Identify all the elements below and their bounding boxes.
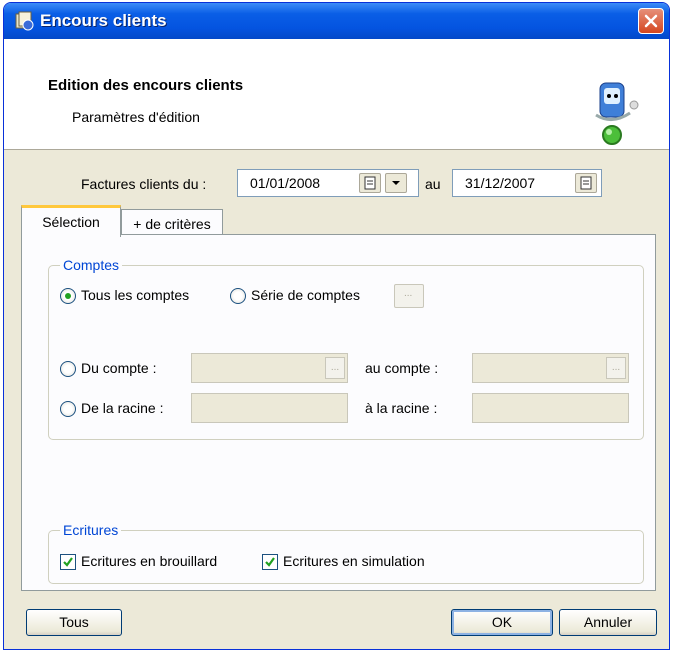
calendar-icon <box>364 176 376 190</box>
close-icon <box>644 14 658 28</box>
a-la-racine-field[interactable] <box>472 393 629 423</box>
comptes-group: Comptes Tous les comptes Série de compte… <box>48 257 644 440</box>
title-bar[interactable]: Encours clients <box>4 3 669 39</box>
dialog-header: Edition des encours clients Paramètres d… <box>4 39 669 150</box>
tab-plus-criteres-label: + de critères <box>133 216 211 232</box>
header-title: Edition des encours clients <box>48 77 244 94</box>
checkmark-icon <box>265 557 275 567</box>
serie-de-comptes-radio[interactable] <box>230 288 246 304</box>
de-la-racine-field[interactable] <box>191 393 348 423</box>
date-from-dropdown-button[interactable] <box>385 173 407 193</box>
app-icon <box>15 11 34 31</box>
du-compte-label[interactable]: Du compte : <box>81 360 156 376</box>
date-from-value: 01/01/2008 <box>250 175 321 191</box>
ok-button[interactable]: OK <box>451 609 553 636</box>
ellipsis-label: ... <box>404 288 413 299</box>
comptes-group-title: Comptes <box>60 257 123 273</box>
date-to-value: 31/12/2007 <box>465 175 536 191</box>
tab-plus-criteres[interactable]: + de critères <box>121 209 223 235</box>
assistant-mascot-icon <box>595 82 639 145</box>
simulation-label[interactable]: Ecritures en simulation <box>283 553 425 569</box>
du-compte-radio[interactable] <box>60 361 76 377</box>
du-compte-field[interactable]: ... <box>191 353 348 383</box>
date-from-calendar-button[interactable] <box>359 173 381 193</box>
close-button[interactable] <box>638 8 664 34</box>
dialog-window: Encours clients Edition des encours clie… <box>3 2 670 650</box>
brouillard-label[interactable]: Ecritures en brouillard <box>81 553 217 569</box>
chevron-down-icon <box>392 181 400 185</box>
tab-panel: Comptes Tous les comptes Série de compte… <box>21 234 656 591</box>
au-compte-label: au compte : <box>365 360 439 376</box>
de-la-racine-label[interactable]: De la racine : <box>81 400 163 416</box>
checkmark-icon <box>63 557 73 567</box>
header-subtitle: Paramètres d'édition <box>72 109 200 125</box>
du-compte-browse-button[interactable]: ... <box>325 357 345 379</box>
window-title: Encours clients <box>40 11 167 30</box>
brouillard-checkbox[interactable] <box>60 554 76 570</box>
a-la-racine-label: à la racine : <box>365 400 438 416</box>
annuler-button[interactable]: Annuler <box>559 609 657 636</box>
date-to-calendar-button[interactable] <box>575 173 597 193</box>
tab-selection-label: Sélection <box>42 214 100 230</box>
serie-de-comptes-button[interactable]: ... <box>394 284 424 308</box>
date-range-separator: au <box>425 176 441 192</box>
simulation-checkbox[interactable] <box>262 554 278 570</box>
calendar-icon <box>580 176 592 190</box>
tous-button[interactable]: Tous <box>26 609 122 636</box>
ecritures-group: Ecritures Ecritures en brouillard Ecritu… <box>48 522 644 584</box>
au-compte-browse-button[interactable]: ... <box>606 357 626 379</box>
tous-les-comptes-radio[interactable] <box>60 288 76 304</box>
tous-les-comptes-label[interactable]: Tous les comptes <box>81 287 189 303</box>
au-compte-field[interactable]: ... <box>472 353 629 383</box>
ecritures-group-title: Ecritures <box>60 522 122 538</box>
date-range-label: Factures clients du : <box>81 176 207 192</box>
tab-selection[interactable]: Sélection <box>21 205 121 237</box>
de-la-racine-radio[interactable] <box>60 401 76 417</box>
serie-de-comptes-label[interactable]: Série de comptes <box>251 287 360 303</box>
